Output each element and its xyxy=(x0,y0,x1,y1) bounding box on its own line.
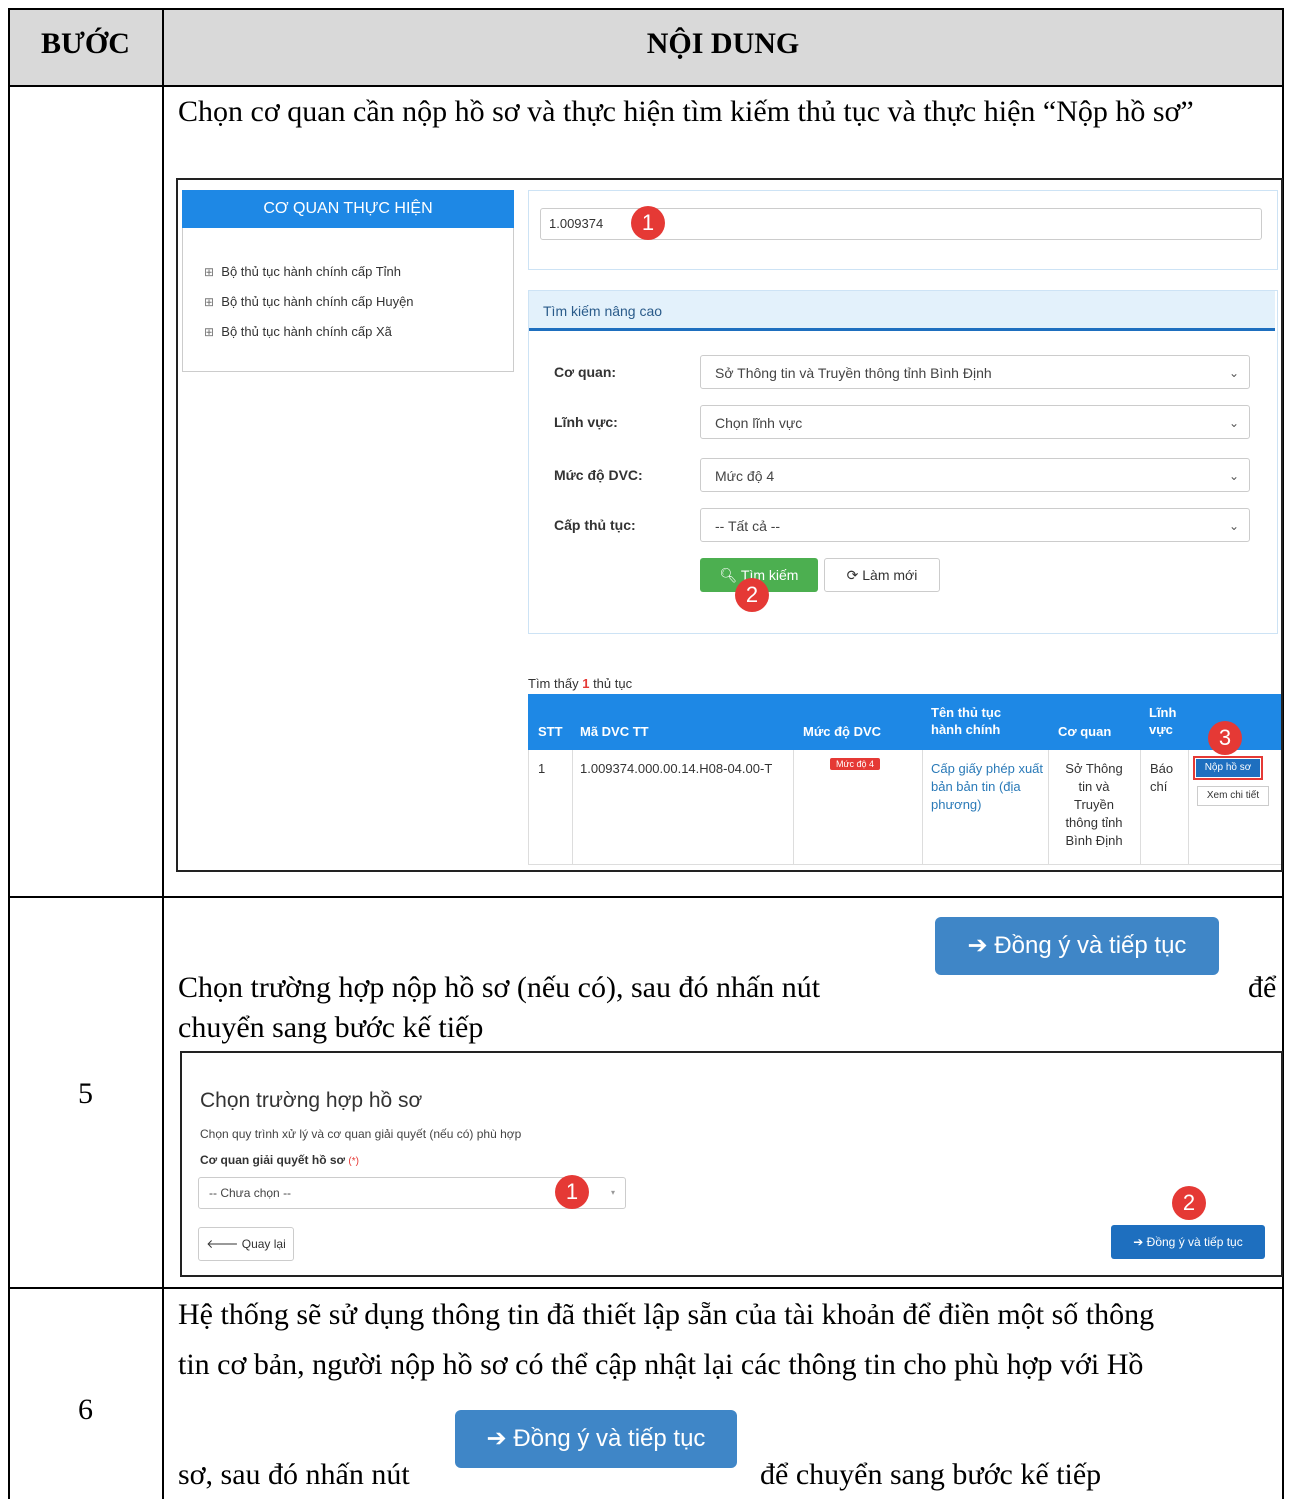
advanced-panel-title: Tìm kiếm nâng cao xyxy=(529,291,1275,331)
table-border-mid xyxy=(162,8,164,1499)
level-badge: Mức độ 4 xyxy=(830,758,881,770)
expand-icon[interactable]: ⊞ xyxy=(204,325,214,339)
cell-code: 1.009374.000.00.14.H08-04.00-T xyxy=(580,761,773,776)
col-divider xyxy=(1188,750,1189,864)
agency-field-label: Cơ quan giải quyết hồ sơ (*) xyxy=(200,1153,359,1167)
table-border-row1 xyxy=(8,896,1284,898)
panel-subtitle: Chọn quy trình xử lý và cơ quan giải quy… xyxy=(200,1127,522,1141)
cell-field: Báo chí xyxy=(1150,761,1174,794)
panel-title: Chọn trường hợp hồ sơ xyxy=(200,1089,423,1112)
row6-line3a: sơ, sau đó nhấn nút xyxy=(178,1458,410,1491)
search-icon: 🔍︎ xyxy=(719,567,738,583)
view-detail-button[interactable]: Xem chi tiết xyxy=(1197,786,1269,806)
arrow-right-icon: ➔ xyxy=(967,932,988,959)
expand-icon[interactable]: ⊞ xyxy=(204,295,214,309)
chevron-down-icon: ⌄ xyxy=(1228,519,1239,533)
tier-select[interactable]: -- Tất cả -- ⌄ xyxy=(700,508,1250,542)
screenshot-case-select: Chọn trường hợp hồ sơ Chọn quy trình xử … xyxy=(180,1051,1283,1277)
field-label: Lĩnh vực: xyxy=(554,414,618,430)
row5-step: 5 xyxy=(78,1077,93,1110)
arrow-left-icon: 🡐 xyxy=(206,1237,239,1251)
row6-line1: Hệ thống sẽ sử dụng thông tin đã thiết l… xyxy=(178,1298,1155,1331)
inline-agree-button: ➔ Đồng ý và tiếp tục xyxy=(935,917,1219,975)
level-select[interactable]: Mức độ 4 ⌄ xyxy=(700,458,1250,492)
reset-button[interactable]: ⟳ Làm mới xyxy=(824,558,940,592)
col-divider xyxy=(922,750,923,864)
row5-text-c: chuyển sang bước kế tiếp xyxy=(178,1011,484,1044)
tree-item-province[interactable]: ⊞ Bộ thủ tục hành chính cấp Tỉnh xyxy=(204,264,401,279)
result-count: Tìm thấy 1 thủ tục xyxy=(528,676,633,691)
marker-2: 2 xyxy=(735,578,769,612)
agency-select[interactable]: Sở Thông tin và Truyền thông tỉnh Bình Đ… xyxy=(700,355,1250,389)
agree-continue-button[interactable]: ➔ Đồng ý và tiếp tục xyxy=(1111,1225,1265,1259)
table-border-row5 xyxy=(8,1287,1284,1289)
col-divider xyxy=(572,750,573,864)
arrow-right-icon: ➔ xyxy=(486,1425,507,1452)
agency-label: Cơ quan: xyxy=(554,364,617,380)
row6-line2: tin cơ bản, người nộp hồ sơ có thể cập n… xyxy=(178,1348,1144,1381)
chevron-down-icon: ⌄ xyxy=(1228,469,1239,483)
inline-agree-button: ➔ Đồng ý và tiếp tục xyxy=(455,1410,737,1468)
col-divider xyxy=(1048,750,1049,864)
col-divider xyxy=(1140,750,1141,864)
th-agency: Cơ quan xyxy=(1058,724,1112,739)
arrow-right-icon: ➔ xyxy=(1133,1235,1144,1249)
cell-agency: Sở Thông tin và Truyền thông tỉnh Bình Đ… xyxy=(1065,761,1123,848)
back-button[interactable]: 🡐 Quay lại xyxy=(198,1227,294,1261)
agency-panel-title: CƠ QUAN THỰC HIỆN xyxy=(182,190,514,228)
table-border-left xyxy=(8,8,10,1499)
row5-text-a: Chọn trường hợp nộp hồ sơ (nếu có), sau … xyxy=(178,971,821,1004)
tier-label: Cấp thủ tục: xyxy=(554,517,636,533)
tree-item-commune[interactable]: ⊞ Bộ thủ tục hành chính cấp Xã xyxy=(204,324,392,339)
field-select[interactable]: Chọn lĩnh vực ⌄ xyxy=(700,405,1250,439)
th-code: Mã DVC TT xyxy=(580,724,649,739)
th-stt: STT xyxy=(538,724,563,739)
row5-text-b: để xyxy=(1248,971,1277,1004)
table-border-top xyxy=(8,8,1284,10)
content-column-header: NỘI DUNG xyxy=(646,27,800,60)
table-border-header xyxy=(8,85,1284,87)
cell-stt: 1 xyxy=(538,761,546,776)
step-column-header: BƯỚC xyxy=(41,27,130,60)
screenshot-search: CƠ QUAN THỰC HIỆN ⊞ Bộ thủ tục hành chín… xyxy=(176,178,1283,872)
expand-icon[interactable]: ⊞ xyxy=(204,265,214,279)
caret-down-icon: ▾ xyxy=(610,1188,615,1197)
row1-instruction: Chọn cơ quan cần nộp hồ sơ và thực hiện … xyxy=(178,95,1194,128)
chevron-down-icon: ⌄ xyxy=(1228,416,1239,430)
row6-step: 6 xyxy=(78,1393,93,1426)
level-label: Mức độ DVC: xyxy=(554,467,643,483)
col-divider xyxy=(793,750,794,864)
tree-item-district[interactable]: ⊞ Bộ thủ tục hành chính cấp Huyện xyxy=(204,294,414,309)
row6-line3b: để chuyển sang bước kế tiếp xyxy=(760,1458,1102,1491)
marker-1: 1 xyxy=(631,206,665,240)
marker-3: 3 xyxy=(1208,721,1242,755)
submit-dossier-button[interactable]: Nộp hồ sơ xyxy=(1193,756,1263,780)
th-level: Mức độ DVC xyxy=(803,724,882,739)
chevron-down-icon: ⌄ xyxy=(1228,366,1239,380)
refresh-icon: ⟳ xyxy=(846,567,859,583)
th-field: Lĩnh vực xyxy=(1149,705,1177,737)
procedure-link[interactable]: Cấp giấy phép xuất bản bản tin (địa phươ… xyxy=(931,760,1046,814)
marker-2: 2 xyxy=(1172,1186,1206,1220)
marker-1: 1 xyxy=(555,1175,589,1209)
th-name: Tên thủ tục hành chính xyxy=(931,705,1002,737)
